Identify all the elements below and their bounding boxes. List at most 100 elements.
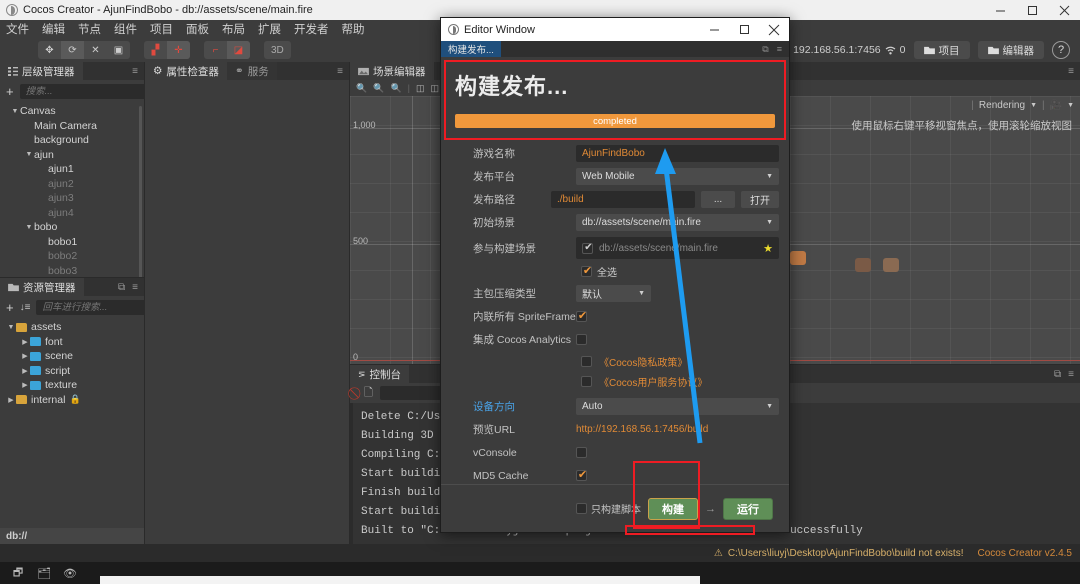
hierarchy-menu-icon[interactable]: ≡ [132, 66, 138, 77]
analytics-checkbox[interactable] [576, 334, 587, 345]
build-scenes-listbox[interactable]: db://assets/scene/main.fire ★ [576, 237, 779, 259]
hierarchy-node-ajun[interactable]: ▼ ajun [0, 148, 144, 163]
scene-sprite-ajun[interactable] [790, 251, 806, 265]
privacy-policy-link[interactable]: 《Cocos隐私政策》 [599, 354, 687, 369]
zoom-in-icon[interactable]: 🔍 [390, 83, 401, 94]
file-icon[interactable]: 🗋 [364, 384, 373, 403]
asset-node-font[interactable]: ▶ font [0, 335, 144, 350]
chevron-down-icon[interactable]: ▼ [24, 151, 34, 158]
hierarchy-node-bobo3[interactable]: bobo3 [0, 264, 144, 278]
eye-icon[interactable]: 👁 [63, 567, 77, 580]
scale-tool-icon[interactable]: ✕ [84, 41, 107, 59]
asset-node-texture[interactable]: ▶ texture [0, 378, 144, 393]
select-all-checkbox[interactable] [581, 264, 593, 277]
move-tool-icon[interactable]: ✥ [38, 41, 61, 59]
md5-cache-checkbox[interactable] [576, 468, 588, 481]
asset-node-scene[interactable]: ▶ scene [0, 349, 144, 364]
window-close-button[interactable] [1048, 0, 1080, 20]
rotate-tool-icon[interactable]: ⟳ [61, 41, 84, 59]
tab-services[interactable]: ⚭ 服务 [226, 62, 277, 80]
align-right-icon[interactable]: ◫ [431, 83, 440, 94]
local-coord-icon[interactable]: ⌐ [204, 41, 227, 59]
hierarchy-node-canvas[interactable]: ▼ Canvas [0, 104, 144, 119]
compress-select[interactable]: 默认 ▼ [576, 285, 651, 302]
camera-icon[interactable]: 🎥 [1050, 100, 1062, 111]
add-asset-button[interactable]: + [6, 301, 14, 314]
chevron-right-icon[interactable]: ▶ [20, 338, 30, 346]
inspector-menu-icon[interactable]: ≡ [337, 66, 343, 77]
menu-item-component[interactable]: 组件 [114, 21, 137, 37]
center-icon[interactable]: ✛ [167, 41, 190, 59]
only-script-checkbox[interactable] [576, 503, 587, 514]
chevron-right-icon[interactable]: ▶ [20, 381, 30, 389]
asset-node-internal[interactable]: ▶ internal 🔒 [0, 393, 144, 408]
terms-link[interactable]: 《Cocos用户服务协议》 [599, 374, 707, 389]
assets-popout-icon[interactable]: ⧉ [118, 282, 125, 293]
dialog-tab-build[interactable]: 构建发布... [441, 41, 501, 57]
terms-checkbox[interactable] [581, 376, 592, 387]
inline-spriteframe-checkbox[interactable] [576, 309, 588, 322]
scene-sprite-bobo1[interactable] [855, 258, 871, 272]
open-path-button[interactable]: 打开 [741, 191, 779, 208]
project-preview-button[interactable]: 项目 [913, 41, 970, 59]
sort-icon[interactable]: ↓≡ [20, 302, 31, 313]
hierarchy-node-bobo1[interactable]: bobo1 [0, 235, 144, 250]
console-menu-icon[interactable]: ≡ [1068, 369, 1074, 380]
build-scene-checkbox[interactable] [582, 242, 594, 254]
hierarchy-node-main-camera[interactable]: Main Camera [0, 119, 144, 134]
menu-item-panel[interactable]: 面板 [186, 21, 209, 37]
chevron-down-icon[interactable]: ▼ [10, 108, 20, 115]
dialog-close-button[interactable] [759, 18, 789, 41]
rendering-dropdown[interactable]: Rendering [979, 100, 1025, 111]
hierarchy-node-ajun3[interactable]: ajun3 [0, 191, 144, 206]
editor-preview-button[interactable]: 编辑器 [977, 41, 1044, 59]
dialog-minimize-button[interactable] [699, 18, 729, 41]
menu-item-edit[interactable]: 编辑 [42, 21, 65, 37]
menu-item-file[interactable]: 文件 [6, 21, 29, 37]
privacy-policy-checkbox[interactable] [581, 356, 592, 367]
preview-url-value[interactable]: http://192.168.56.1:7456/build [576, 424, 708, 435]
chevron-down-icon[interactable]: ▼ [6, 324, 16, 331]
hierarchy-node-ajun4[interactable]: ajun4 [0, 206, 144, 221]
build-path-input[interactable] [551, 191, 695, 208]
hierarchy-node-ajun1[interactable]: ajun1 [0, 162, 144, 177]
platform-select[interactable]: Web Mobile ▼ [576, 168, 779, 185]
tab-hierarchy[interactable]: 层级管理器 [0, 62, 83, 80]
mode-3d-button[interactable]: 3D [264, 41, 291, 59]
rect-tool-icon[interactable]: ▣ [107, 41, 130, 59]
chevron-down-icon[interactable]: ▼ [24, 224, 34, 231]
asset-node-assets[interactable]: ▼ assets [0, 320, 144, 335]
chevron-right-icon[interactable]: ▶ [20, 367, 30, 375]
pivot-icon[interactable]: ▞ [144, 41, 167, 59]
window-icon[interactable]: 🗗 [12, 567, 24, 579]
menu-item-project[interactable]: 项目 [150, 21, 173, 37]
menu-item-extension[interactable]: 扩展 [258, 21, 281, 37]
global-coord-icon[interactable]: ◪ [227, 41, 250, 59]
add-node-button[interactable]: + [6, 85, 14, 98]
star-icon[interactable]: ★ [763, 242, 773, 255]
layers-icon[interactable]: 🗂 [37, 567, 51, 580]
hierarchy-search-input[interactable] [19, 83, 156, 99]
vconsole-checkbox[interactable] [576, 447, 587, 458]
run-button[interactable]: 运行 [723, 497, 773, 520]
scene-sprite-bobo2[interactable] [883, 258, 899, 272]
chevron-right-icon[interactable]: ▶ [20, 352, 30, 360]
tab-console[interactable]: ⋝ 控制台 [350, 365, 410, 383]
zoom-out-icon[interactable]: 🔍 [356, 83, 367, 94]
dialog-popout-icon[interactable]: ⧉ [762, 44, 768, 55]
menu-item-layout[interactable]: 布局 [222, 21, 245, 37]
hierarchy-node-background[interactable]: background [0, 133, 144, 148]
chevron-right-icon[interactable]: ▶ [6, 396, 16, 404]
help-button[interactable]: ? [1052, 41, 1070, 59]
hierarchy-scrollbar[interactable] [139, 106, 142, 277]
dialog-menu-icon[interactable]: ≡ [777, 44, 782, 55]
build-button[interactable]: 构建 [648, 497, 698, 520]
align-left-icon[interactable]: ◫ [416, 83, 425, 94]
hierarchy-node-bobo[interactable]: ▼ bobo [0, 220, 144, 235]
assets-menu-icon[interactable]: ≡ [132, 282, 138, 293]
game-name-input[interactable] [576, 145, 779, 162]
tab-inspector[interactable]: ⚙ 属性检查器 [145, 62, 227, 80]
orientation-select[interactable]: Auto ▼ [576, 398, 779, 415]
browse-path-button[interactable]: ... [701, 191, 735, 208]
menu-item-help[interactable]: 帮助 [342, 21, 365, 37]
